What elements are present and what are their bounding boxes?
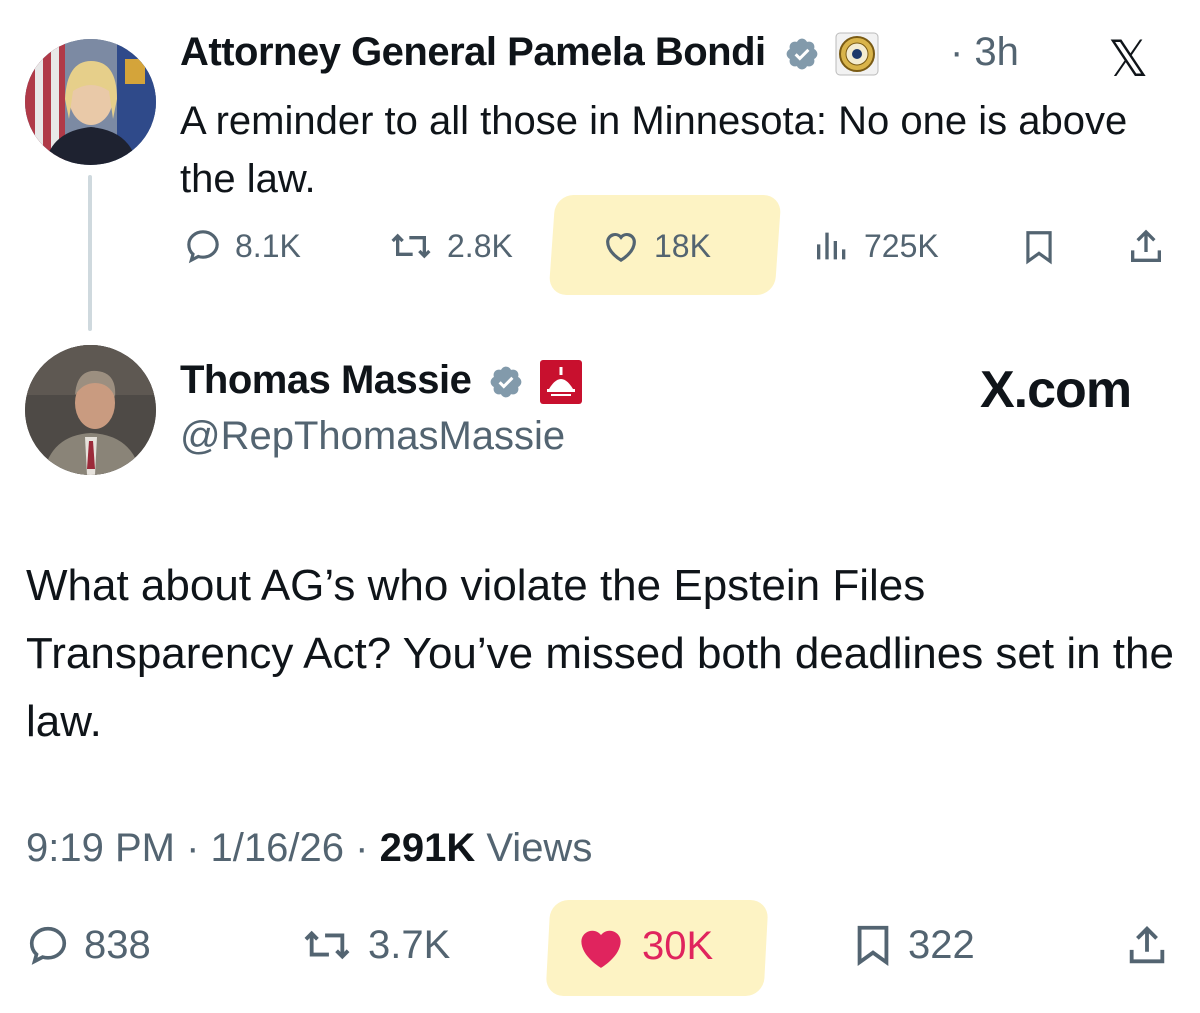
tweet-time[interactable]: 9:19 PM: [26, 826, 175, 870]
avatar[interactable]: [25, 39, 156, 165]
share-button[interactable]: [1126, 226, 1166, 268]
heart-filled-icon: [572, 922, 630, 970]
repost-icon: [298, 922, 356, 968]
like-count: 18K: [654, 227, 711, 264]
tweet-date[interactable]: 1/16/26: [211, 826, 344, 870]
author-handle[interactable]: @RepThomasMassie: [180, 414, 565, 459]
views-chart-icon: [812, 226, 852, 266]
author-name[interactable]: Thomas Massie: [180, 358, 583, 405]
share-button[interactable]: [1124, 922, 1170, 970]
author-name-text[interactable]: Attorney General Pamela Bondi: [180, 30, 766, 74]
x-logo-icon: 𝕏: [1108, 30, 1149, 88]
verified-badge-icon: [488, 364, 524, 400]
separator: ·: [355, 826, 369, 870]
separator: ·: [186, 826, 200, 870]
reply-button[interactable]: 838: [24, 922, 151, 968]
share-icon: [1126, 226, 1166, 268]
reply-icon: [183, 226, 223, 266]
share-icon: [1124, 922, 1170, 970]
views-count: 291K: [379, 826, 476, 870]
thread-line: [88, 175, 92, 331]
repost-button[interactable]: 2.8K: [387, 226, 513, 266]
house-gop-badge-icon: [539, 359, 583, 405]
tweet-time[interactable]: · 3h: [950, 30, 1019, 75]
doj-seal-icon: [835, 32, 879, 76]
reply-count: 8.1K: [235, 227, 301, 264]
repost-count: 3.7K: [368, 922, 451, 967]
tweet-meta: 9:19 PM · 1/16/26 · 291K Views: [26, 826, 592, 871]
bookmark-count: 322: [908, 922, 975, 967]
author-name[interactable]: Attorney General Pamela Bondi: [180, 30, 879, 76]
reply-button[interactable]: 8.1K: [183, 226, 301, 266]
reply-icon: [24, 922, 72, 968]
bookmark-button[interactable]: 322: [850, 920, 975, 970]
repost-count: 2.8K: [447, 227, 513, 264]
tweet-text: A reminder to all those in Minnesota: No…: [180, 99, 1128, 201]
like-button[interactable]: 30K: [572, 922, 713, 970]
repost-icon: [387, 226, 435, 266]
verified-badge-icon: [784, 36, 820, 72]
views-label: Views: [486, 826, 593, 870]
reply-count: 838: [84, 922, 151, 967]
like-button[interactable]: 18K: [600, 226, 711, 266]
x-com-logo: X.com: [980, 361, 1132, 419]
bookmark-icon: [850, 920, 896, 970]
tweet-text: What about AG’s who violate the Epstein …: [26, 561, 1174, 746]
views-count: 725K: [864, 227, 939, 264]
like-count: 30K: [642, 923, 714, 968]
repost-button[interactable]: 3.7K: [298, 922, 450, 968]
bookmark-icon: [1020, 226, 1058, 268]
avatar[interactable]: [25, 345, 156, 475]
heart-icon: [600, 226, 642, 266]
bookmark-button[interactable]: [1020, 226, 1058, 268]
views-button[interactable]: 725K: [812, 226, 939, 266]
author-name-text[interactable]: Thomas Massie: [180, 358, 472, 402]
